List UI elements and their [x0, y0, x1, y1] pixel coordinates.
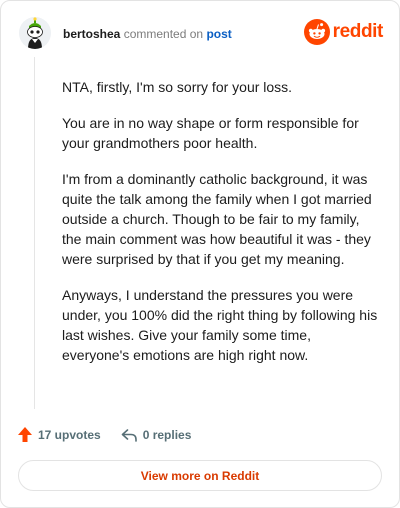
- comment-paragraph: NTA, firstly, I'm so sorry for your loss…: [62, 79, 293, 95]
- upvote-arrow-icon: [18, 427, 32, 442]
- post-link[interactable]: post: [206, 27, 231, 41]
- comment-paragraph: I'm from a dominantly catholic backgroun…: [62, 171, 372, 267]
- commented-on-text: commented on: [123, 27, 204, 41]
- reply-count: 0 replies: [142, 427, 192, 442]
- thread-line: [34, 57, 35, 409]
- comment-body: NTA, firstly, I'm so sorry for your loss…: [62, 77, 382, 381]
- reply-button[interactable]: 0 replies: [121, 427, 192, 442]
- reddit-logo[interactable]: reddit: [303, 19, 384, 45]
- avatar[interactable]: [19, 17, 51, 49]
- username-link[interactable]: bertoshea: [63, 27, 120, 41]
- reddit-wordmark: reddit: [332, 21, 384, 42]
- reply-icon: [121, 428, 137, 442]
- view-more-button[interactable]: View more on Reddit: [18, 460, 382, 491]
- comment-actions: 17 upvotes 0 replies: [17, 426, 191, 443]
- reddit-snoo-icon: [303, 19, 330, 45]
- comment-header: bertoshea commented on post: [63, 27, 232, 41]
- snoo-avatar-icon: [19, 17, 51, 49]
- comment-paragraph: You are in no way shape or form responsi…: [62, 115, 359, 151]
- comment-paragraph: Anyways, I understand the pressures you …: [62, 287, 378, 363]
- embedded-comment-card: bertoshea commented on post reddit NTA, …: [0, 0, 400, 508]
- upvote-count: 17 upvotes: [38, 427, 101, 442]
- upvote-button[interactable]: 17 upvotes: [17, 426, 101, 443]
